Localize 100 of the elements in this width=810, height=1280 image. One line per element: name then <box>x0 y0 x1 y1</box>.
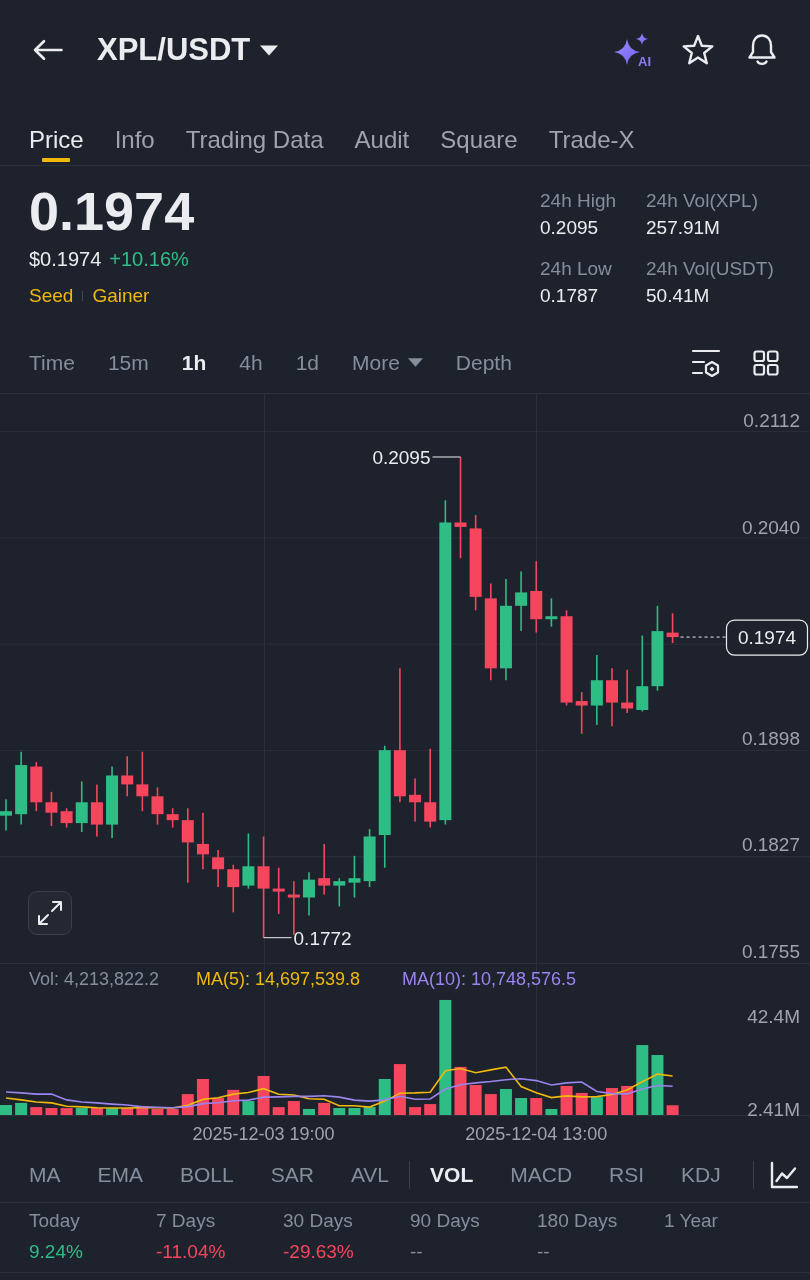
period-label: 1 Year <box>664 1209 718 1233</box>
current-price-line <box>680 636 727 638</box>
stat-value: 0.2095 <box>540 216 599 240</box>
back-arrow-icon[interactable] <box>33 39 63 61</box>
tab[interactable]: Price <box>29 100 84 165</box>
time-axis-label: 2025-12-03 19:00 <box>192 1123 335 1144</box>
token-tag[interactable]: Seed <box>29 284 74 308</box>
candle <box>590 654 603 726</box>
indicator-tab[interactable]: MA <box>29 1162 61 1188</box>
indicator-tab[interactable]: BOLL <box>180 1162 234 1188</box>
tab[interactable]: Square <box>440 100 518 165</box>
price-axis-label: 0.2112 <box>743 409 800 431</box>
interval-tab[interactable]: 1h <box>181 349 207 376</box>
period-change: -11.04% <box>156 1240 226 1264</box>
price-axis-label: 0.1827 <box>741 833 800 855</box>
leader-line <box>432 456 461 458</box>
period-label: 7 Days <box>156 1209 216 1233</box>
tab[interactable]: Trading Data <box>185 100 324 165</box>
period-change: -- <box>410 1240 423 1264</box>
leader-line <box>263 937 293 939</box>
current-price-tag: 0.1974 <box>725 619 809 656</box>
candle <box>45 791 58 827</box>
indicator-tab[interactable]: EMA <box>97 1162 143 1188</box>
tab[interactable]: Trade-X <box>548 100 635 165</box>
candle <box>121 755 134 798</box>
line-chart-icon[interactable] <box>769 1161 798 1189</box>
stat-label: 24h Vol(USDT) <box>646 257 774 281</box>
more-dropdown[interactable]: More <box>352 349 423 376</box>
candle <box>363 828 376 888</box>
price-axis-label: 0.2040 <box>741 516 800 538</box>
interval-tab[interactable]: 15m <box>107 349 149 376</box>
settings-icon[interactable] <box>691 347 721 378</box>
indicator-tab[interactable]: VOL <box>430 1162 474 1188</box>
candle <box>136 750 149 812</box>
time-axis-label: 2025-12-04 13:00 <box>465 1123 608 1144</box>
candle <box>166 807 179 829</box>
period-change: -29.63% <box>283 1240 354 1264</box>
high-price-label: 0.2095 <box>372 447 431 468</box>
sparkle-icon <box>613 32 649 66</box>
candle <box>90 783 103 838</box>
interval-tab[interactable]: 4h <box>239 349 263 376</box>
candle <box>303 871 315 917</box>
candle <box>606 667 618 728</box>
volume-reading: MA(5): 14,697,539.8 <box>196 968 361 989</box>
tab[interactable]: Info <box>114 100 155 165</box>
price-axis-label: 0.1755 <box>741 941 800 962</box>
candle <box>196 811 209 871</box>
indicator-tab[interactable]: MACD <box>510 1162 573 1188</box>
candle <box>333 877 346 908</box>
star-icon[interactable] <box>681 34 715 66</box>
candle <box>227 864 240 914</box>
indicator-tab[interactable]: SAR <box>270 1162 314 1188</box>
candle <box>348 855 361 899</box>
last-price: 0.1974 <box>29 181 195 241</box>
price-change: +10.16% <box>109 247 189 271</box>
ai-button[interactable]: AI <box>613 32 651 68</box>
stat-value: 50.41M <box>646 284 710 308</box>
price-axis-label: 0.1898 <box>741 728 800 750</box>
candle <box>60 807 73 829</box>
pair-selector[interactable]: XPL/USDT <box>97 32 279 68</box>
candle <box>318 843 331 896</box>
period-label: 180 Days <box>537 1209 618 1233</box>
period-change: 9.24% <box>29 1240 83 1264</box>
token-tag[interactable]: Gainer <box>92 284 150 308</box>
interval-tab[interactable]: Time <box>29 349 75 376</box>
indicator-tab[interactable]: KDJ <box>681 1162 721 1188</box>
caret-icon <box>407 358 423 367</box>
grid-icon[interactable] <box>753 349 779 376</box>
volume-reading: Vol: 4,213,822.2 <box>29 968 160 989</box>
low-price-label: 0.1772 <box>293 927 352 949</box>
candle <box>666 612 679 644</box>
candle <box>75 780 88 833</box>
candle <box>242 832 255 890</box>
stat-value: 257.91M <box>646 216 720 240</box>
candle <box>545 597 558 628</box>
interval-tab[interactable]: Depth <box>455 349 512 376</box>
candle <box>151 786 164 826</box>
stat-label: 24h Low <box>540 257 612 281</box>
expand-button[interactable] <box>28 891 72 935</box>
stat-label: 24h High <box>540 189 617 213</box>
volume-reading: MA(10): 10,748,576.5 <box>402 968 577 989</box>
candle <box>575 691 588 735</box>
volume-axis-label: 2.41M <box>747 1099 800 1121</box>
volume-axis-label: 42.4M <box>747 1006 800 1028</box>
candle <box>212 849 225 888</box>
bell-icon[interactable] <box>745 33 779 67</box>
period-label: Today <box>29 1209 80 1233</box>
indicator-tab[interactable]: AVL <box>350 1162 390 1188</box>
interval-tab[interactable]: 1d <box>295 349 319 376</box>
candle <box>0 798 12 832</box>
period-label: 30 Days <box>283 1209 353 1233</box>
candle <box>30 761 43 812</box>
candle <box>272 866 285 915</box>
usd-price: $0.1974 <box>29 247 102 271</box>
candle <box>409 777 422 823</box>
candle <box>621 669 634 714</box>
indicator-tab[interactable]: RSI <box>609 1162 645 1188</box>
candle <box>515 570 528 632</box>
stat-label: 24h Vol(XPL) <box>646 189 758 213</box>
tab[interactable]: Audit <box>354 100 410 165</box>
